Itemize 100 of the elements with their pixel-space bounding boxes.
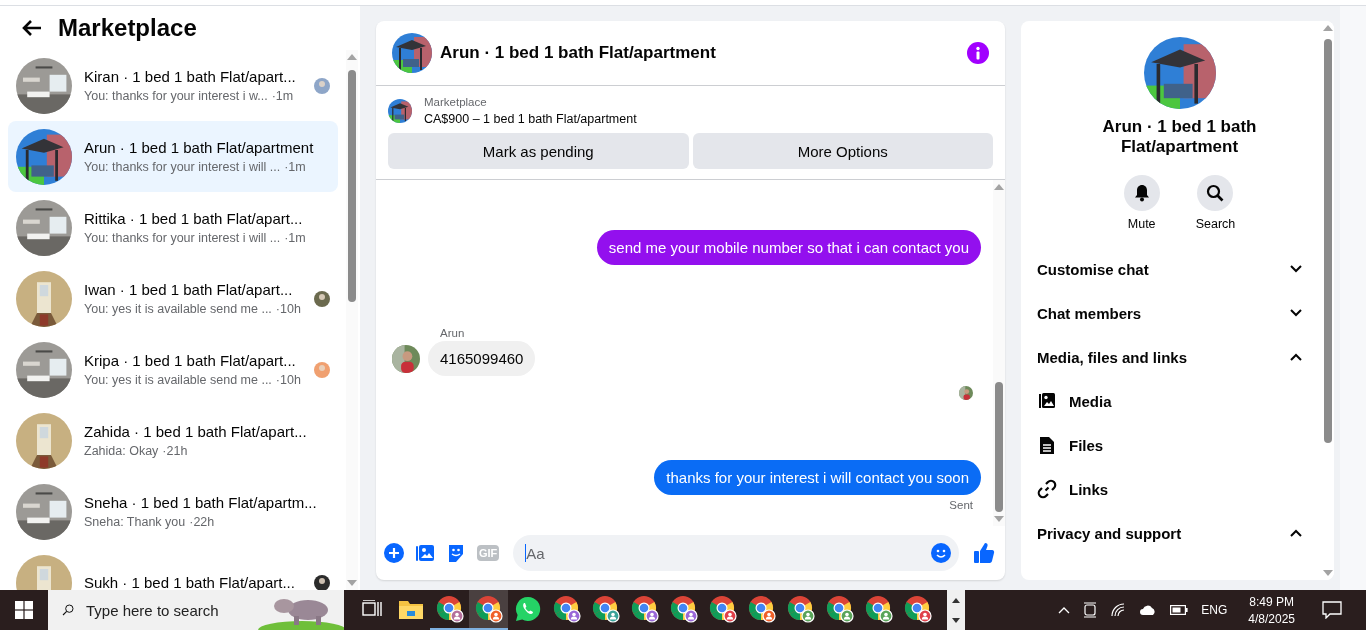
section-header[interactable]: Privacy and support (1029, 511, 1318, 555)
chevron-down-icon (1290, 265, 1302, 273)
conversation-title: Kiran · 1 bed 1 bath Flat/apart... (84, 68, 297, 85)
conversation-item[interactable]: Sneha · 1 bed 1 bath Flat/apartm... Sneha: Thank you ·22h (8, 476, 338, 547)
image-icon[interactable] (415, 543, 435, 563)
message-preview: You: yes it is available send me ... (84, 302, 272, 316)
search-button[interactable] (1197, 175, 1234, 211)
conversation-item[interactable]: Arun · 1 bed 1 bath Flat/apartment You: thanks for your interest i will ... ·1m (8, 121, 338, 192)
message-time: ·22h (189, 515, 215, 529)
message-preview: You: thanks for your interest i w... (84, 89, 268, 103)
message-status: Sent (949, 499, 973, 511)
back-arrow-icon[interactable] (22, 19, 42, 37)
message-preview: Sneha: Thank you (84, 515, 186, 529)
taskbar-scroll-arrows[interactable] (947, 590, 965, 630)
chat-app-icon (514, 596, 541, 622)
seen-avatar-icon (314, 574, 330, 590)
mute-button[interactable] (1123, 175, 1160, 211)
message-time: ·1m (271, 89, 294, 103)
browser-icon (903, 595, 932, 623)
battery-icon[interactable] (1170, 605, 1189, 615)
section-item[interactable]: Links (1029, 467, 1318, 511)
browser-icon (825, 595, 854, 623)
message-preview: You: thanks for your interest i will ... (84, 160, 281, 174)
browser-taskbar-button[interactable] (469, 590, 508, 630)
wifi-icon[interactable] (1110, 603, 1127, 617)
browser-icon (708, 595, 737, 623)
listing-summary: CA$900 – 1 bed 1 bath Flat/apartment (424, 112, 637, 126)
conversation-title: Arun · 1 bed 1 bath Flat/apartment (1101, 117, 1258, 157)
seen-avatar-icon (314, 290, 330, 307)
message-input[interactable]: Aa (526, 544, 931, 562)
message-time: ·1m (284, 231, 306, 245)
action-label: Mute (1127, 217, 1156, 231)
message-preview: You: yes it is available send me ... (84, 373, 272, 387)
conversation-title: Arun · 1 bed 1 bath Flat/apartment (84, 139, 315, 156)
image-icon (1037, 392, 1057, 410)
section-header[interactable]: Customise chat (1029, 247, 1318, 291)
browser-icon (435, 595, 464, 623)
chevron-down-icon (1290, 309, 1302, 317)
sent-message: send me your mobile number so that i can contact you (596, 230, 981, 265)
conversation-title: Sneha · 1 bed 1 bath Flat/apartm... (84, 494, 318, 511)
scrollbar[interactable] (993, 180, 1005, 526)
chat-title: Arun · 1 bed 1 bath Flat/apartment (440, 43, 717, 63)
browser-icon (669, 595, 698, 623)
conversation-title: Iwan · 1 bed 1 bath Flat/apart... (84, 281, 294, 298)
browser-icon (786, 595, 815, 623)
section-header[interactable]: Media, files and links (1029, 335, 1318, 379)
chevron-up-icon[interactable] (1058, 606, 1071, 614)
conversation-title: Rittika · 1 bed 1 bath Flat/apart... (84, 210, 304, 227)
search-icon (1206, 184, 1225, 202)
camera-icon[interactable] (1083, 601, 1098, 619)
scrollbar[interactable] (1322, 21, 1334, 580)
browser-icon (552, 595, 581, 623)
notification-icon[interactable] (1322, 601, 1342, 619)
browser-icon (864, 595, 893, 623)
search-input[interactable]: Type here to search (86, 601, 246, 619)
conversation-item[interactable]: Zahida · 1 bed 1 bath Flat/apart... Zahida: Okay ·21h (8, 405, 338, 476)
language-indicator[interactable]: ENG (1201, 603, 1228, 617)
browser-icon (591, 595, 620, 623)
clock-time[interactable]: 8:49 PM (1249, 594, 1294, 609)
chevron-up-icon (1290, 353, 1302, 361)
file-icon (1037, 435, 1057, 455)
browser-icon (630, 595, 659, 623)
action-label: Search (1195, 217, 1236, 231)
cloud-icon[interactable] (1139, 604, 1158, 616)
message-time: ·10h (275, 373, 301, 387)
message-time: ·10h (275, 302, 301, 316)
conversation-item[interactable]: Iwan · 1 bed 1 bath Flat/apart... You: yes it is available send me ... ·10h (8, 263, 338, 334)
info-icon[interactable] (967, 42, 989, 64)
message-field[interactable]: Aa (513, 535, 959, 571)
seen-avatar-icon (314, 77, 330, 94)
section-item[interactable]: Files (1029, 423, 1318, 467)
like-icon[interactable] (973, 542, 995, 564)
emoji-icon[interactable] (931, 543, 951, 563)
browser-icon (747, 595, 776, 623)
mark-pending-button[interactable]: Mark as pending (388, 133, 689, 169)
sticker-icon[interactable] (446, 543, 466, 563)
message-preview: You: thanks for your interest i will ... (84, 231, 281, 245)
conversation-item[interactable]: Kiran · 1 bed 1 bath Flat/apart... You: thanks for your interest i w... ·1m (8, 50, 338, 121)
sent-message: thanks for your interest i will contact you soon (654, 460, 981, 495)
section-header[interactable]: Chat members (1029, 291, 1318, 335)
add-icon[interactable] (384, 543, 404, 563)
folder-icon (398, 599, 423, 619)
browser-icon (474, 595, 503, 623)
section-item[interactable]: Media (1029, 379, 1318, 423)
listing-label: Marketplace (424, 96, 488, 108)
scrollbar[interactable] (346, 50, 358, 590)
message-preview: Zahida: Okay (84, 444, 159, 458)
conversation-title: Kripa · 1 bed 1 bath Flat/apart... (84, 352, 297, 369)
seen-avatar-icon (314, 361, 330, 378)
task-view-icon (361, 600, 382, 618)
message-time: ·21h (162, 444, 188, 458)
link-icon (1037, 479, 1057, 499)
more-options-button[interactable]: More Options (692, 133, 993, 169)
sender-name: Arun (440, 327, 465, 339)
conversation-item[interactable]: Rittika · 1 bed 1 bath Flat/apart... You: thanks for your interest i will ... ·1m (8, 192, 338, 263)
start-icon[interactable] (15, 601, 33, 619)
chevron-up-icon (1290, 529, 1302, 537)
conversation-title: Zahida · 1 bed 1 bath Flat/apart... (84, 423, 308, 440)
conversation-item[interactable]: Kripa · 1 bed 1 bath Flat/apart... You: yes it is available send me ... ·10h (8, 334, 338, 405)
clock-date[interactable]: 4/8/2025 (1248, 611, 1295, 626)
